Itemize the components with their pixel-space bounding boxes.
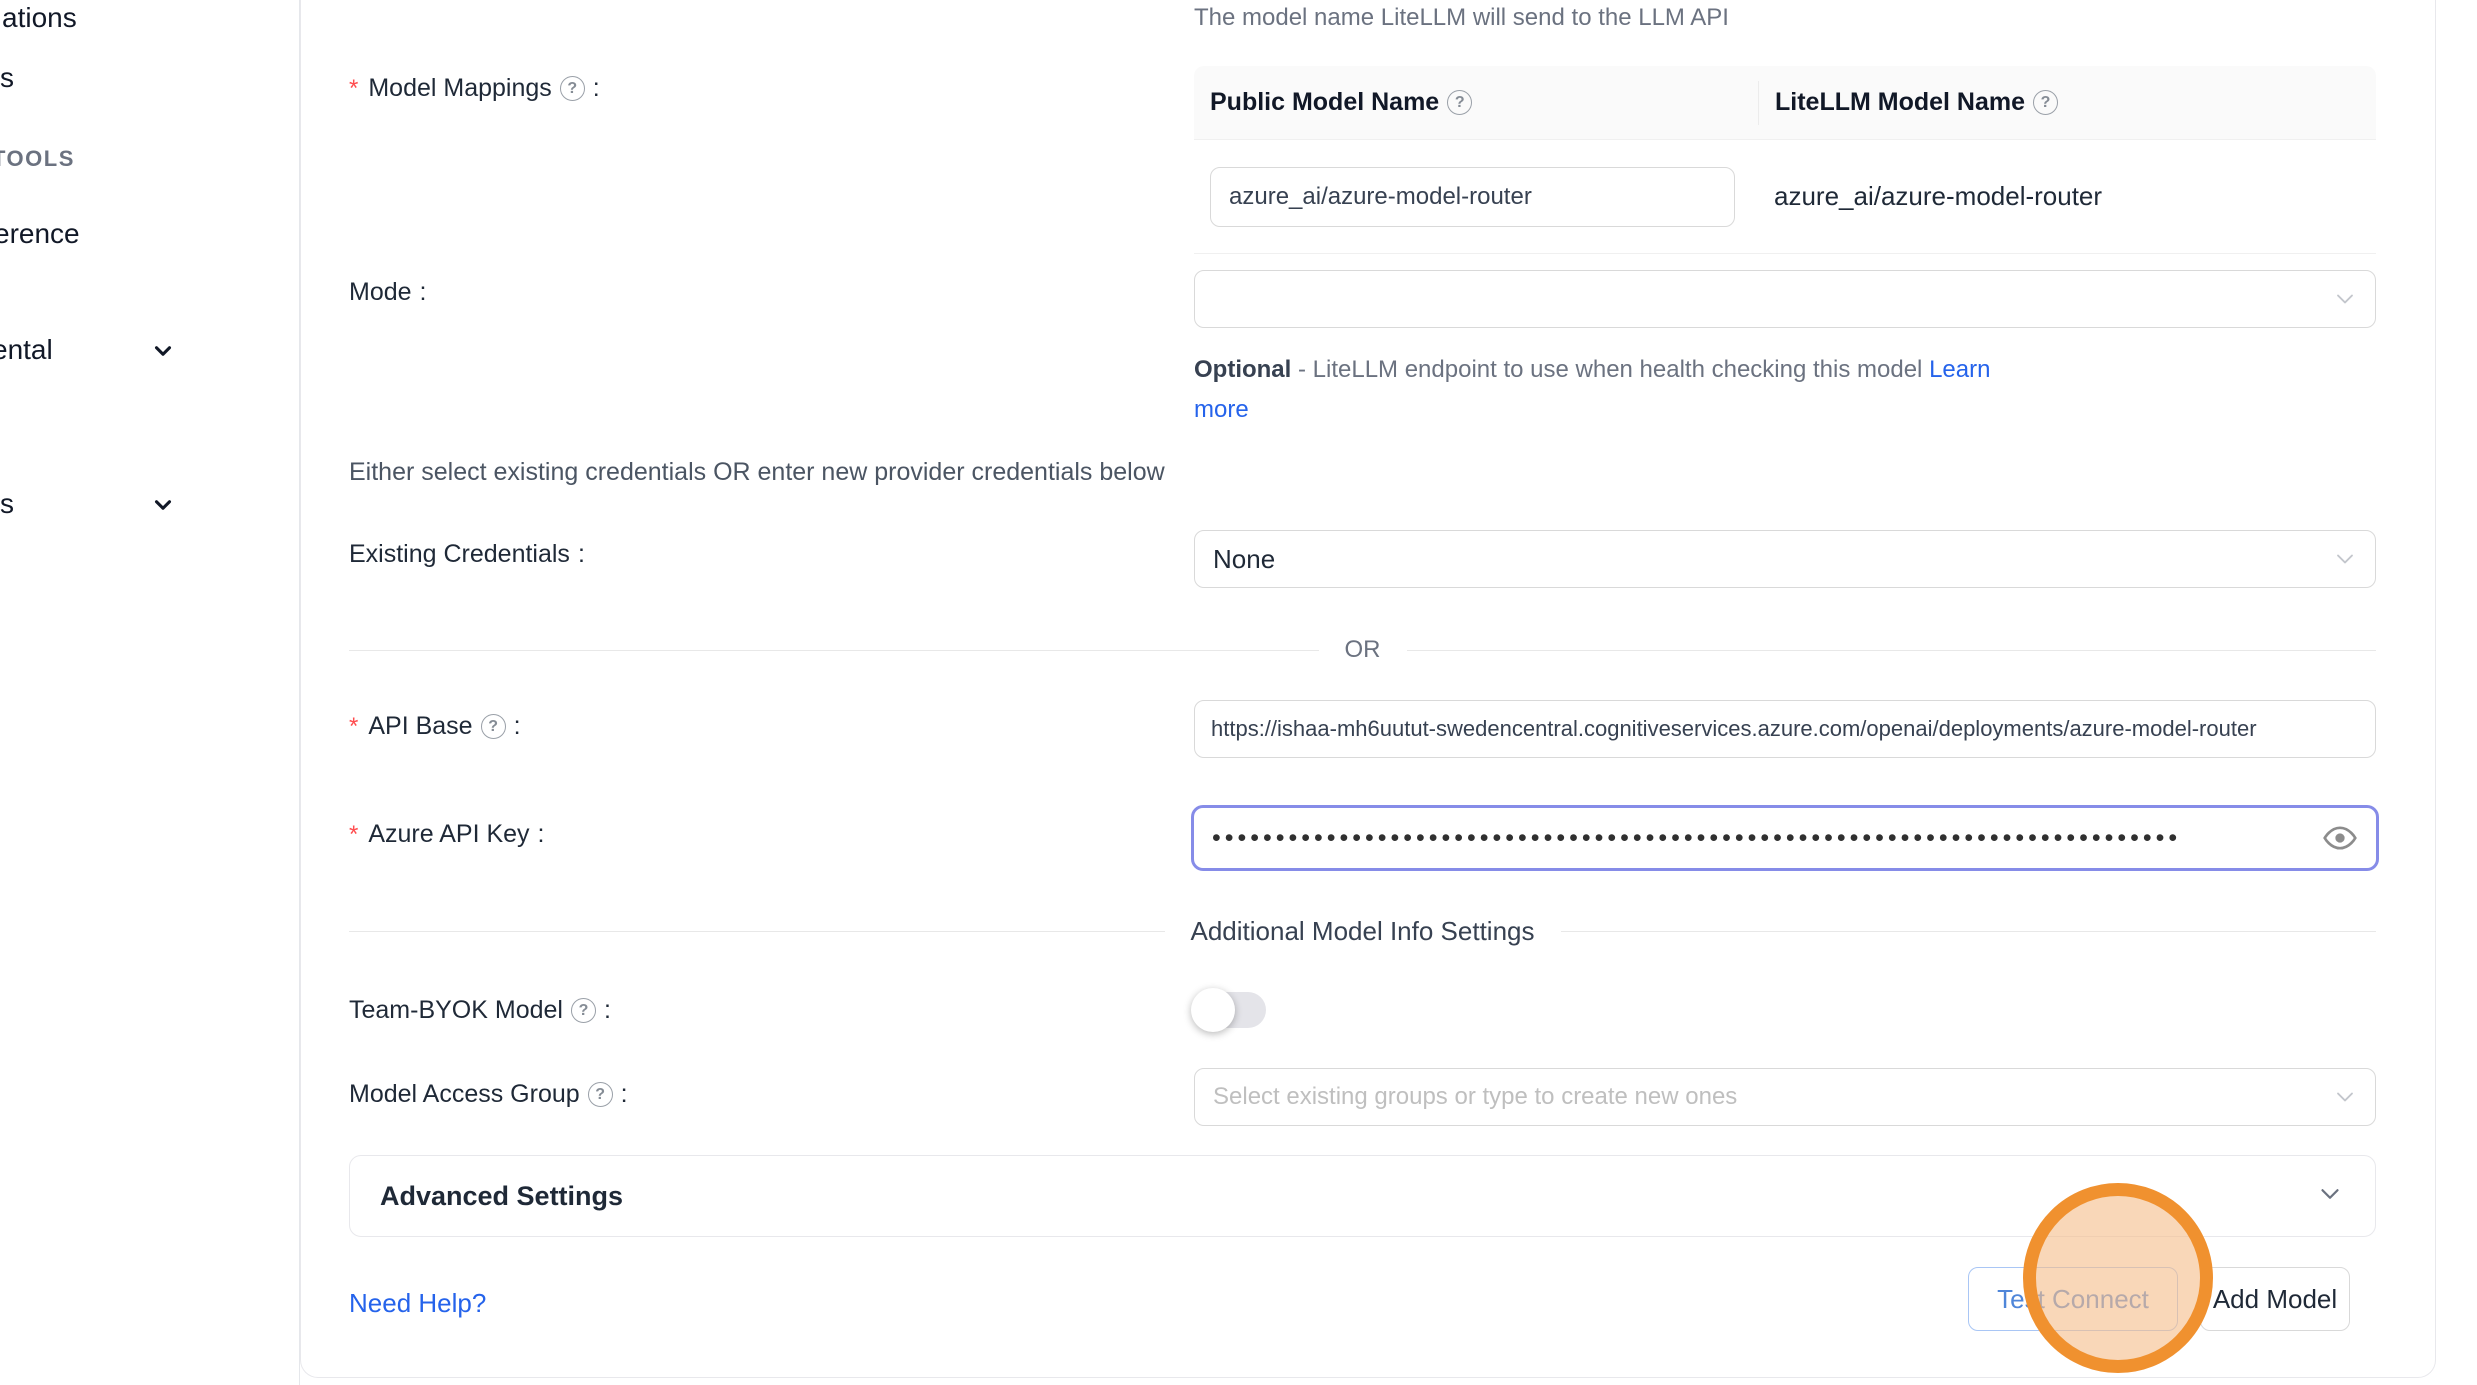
model-mappings-label: * Model Mappings ? : [349, 74, 600, 103]
help-icon[interactable]: ? [588, 1082, 613, 1107]
model-access-group-label: Model Access Group ? : [349, 1080, 628, 1109]
need-help-link[interactable]: Need Help? [349, 1288, 486, 1319]
chevron-down-icon[interactable] [150, 338, 176, 364]
model-mappings-header-row: Public Model Name ? LiteLLM Model Name ? [1194, 66, 2376, 140]
sidebar-item-clipped-1[interactable]: ations [2, 2, 77, 34]
public-model-name-input[interactable] [1210, 167, 1735, 227]
advanced-settings-label: Advanced Settings [380, 1181, 2315, 1212]
sidebar-section-tools: TOOLS [0, 146, 75, 172]
advanced-settings-toggle[interactable]: Advanced Settings [349, 1155, 2376, 1237]
add-model-button[interactable]: Add Model [2200, 1267, 2350, 1331]
help-icon[interactable]: ? [1447, 90, 1472, 115]
test-connect-button[interactable]: Test Connect [1968, 1267, 2178, 1331]
public-model-name-header: Public Model Name ? [1210, 88, 1472, 117]
existing-credentials-select[interactable]: None [1194, 530, 2376, 588]
mode-help-bold: Optional [1194, 356, 1291, 383]
sidebar-item-clipped-2[interactable]: s [0, 62, 14, 94]
chevron-down-icon [2315, 1179, 2345, 1214]
required-asterisk: * [349, 75, 358, 103]
chevron-down-icon [2331, 1083, 2359, 1111]
team-byok-toggle[interactable] [1194, 992, 1266, 1028]
add-model-modal: The model name LiteLLM will send to the … [300, 0, 2436, 1378]
model-mappings-table: Public Model Name ? LiteLLM Model Name ?… [1194, 66, 2376, 254]
chevron-down-icon [2331, 285, 2359, 313]
mode-help-text: Optional - LiteLLM endpoint to use when … [1194, 350, 2024, 430]
sidebar: ations s TOOLS erence ental s [0, 0, 300, 1385]
toggle-knob [1191, 988, 1235, 1032]
mode-select[interactable] [1194, 270, 2376, 328]
azure-api-key-label: * Azure API Key : [349, 820, 545, 849]
sidebar-item-clipped-4[interactable]: ental [0, 334, 53, 366]
credentials-note: Either select existing credentials OR en… [349, 458, 1165, 487]
api-base-input[interactable] [1194, 700, 2376, 758]
model-access-group-select[interactable]: Select existing groups or type to create… [1194, 1068, 2376, 1126]
model-name-hint: The model name LiteLLM will send to the … [1194, 4, 1729, 32]
or-divider: OR [349, 636, 2376, 664]
model-access-group-placeholder: Select existing groups or type to create… [1213, 1083, 1737, 1111]
help-icon[interactable]: ? [481, 714, 506, 739]
mode-label: Mode : [349, 278, 427, 307]
help-icon[interactable]: ? [571, 998, 596, 1023]
required-asterisk: * [349, 713, 358, 741]
existing-credentials-label: Existing Credentials : [349, 540, 585, 569]
chevron-down-icon[interactable] [150, 492, 176, 518]
api-base-label: * API Base ? : [349, 712, 521, 741]
model-mappings-row: azure_ai/azure-model-router [1194, 140, 2376, 254]
help-icon[interactable]: ? [560, 76, 585, 101]
help-icon[interactable]: ? [2033, 90, 2058, 115]
eye-icon[interactable] [2322, 820, 2358, 856]
masked-api-key-value: ••••••••••••••••••••••••••••••••••••••••… [1212, 826, 2322, 851]
additional-settings-divider: Additional Model Info Settings [349, 916, 2376, 947]
existing-credentials-value: None [1213, 544, 1275, 575]
sidebar-item-clipped-5[interactable]: s [0, 488, 14, 520]
chevron-down-icon [2331, 545, 2359, 573]
azure-api-key-input[interactable]: ••••••••••••••••••••••••••••••••••••••••… [1191, 805, 2379, 871]
sidebar-item-clipped-3[interactable]: erence [0, 218, 80, 250]
litellm-model-name-value: azure_ai/azure-model-router [1774, 181, 2102, 211]
mode-help-body: - LiteLLM endpoint to use when health ch… [1291, 356, 1929, 383]
team-byok-label: Team-BYOK Model ? : [349, 996, 611, 1025]
litellm-model-name-header: LiteLLM Model Name ? [1775, 88, 2058, 117]
required-asterisk: * [349, 821, 358, 849]
